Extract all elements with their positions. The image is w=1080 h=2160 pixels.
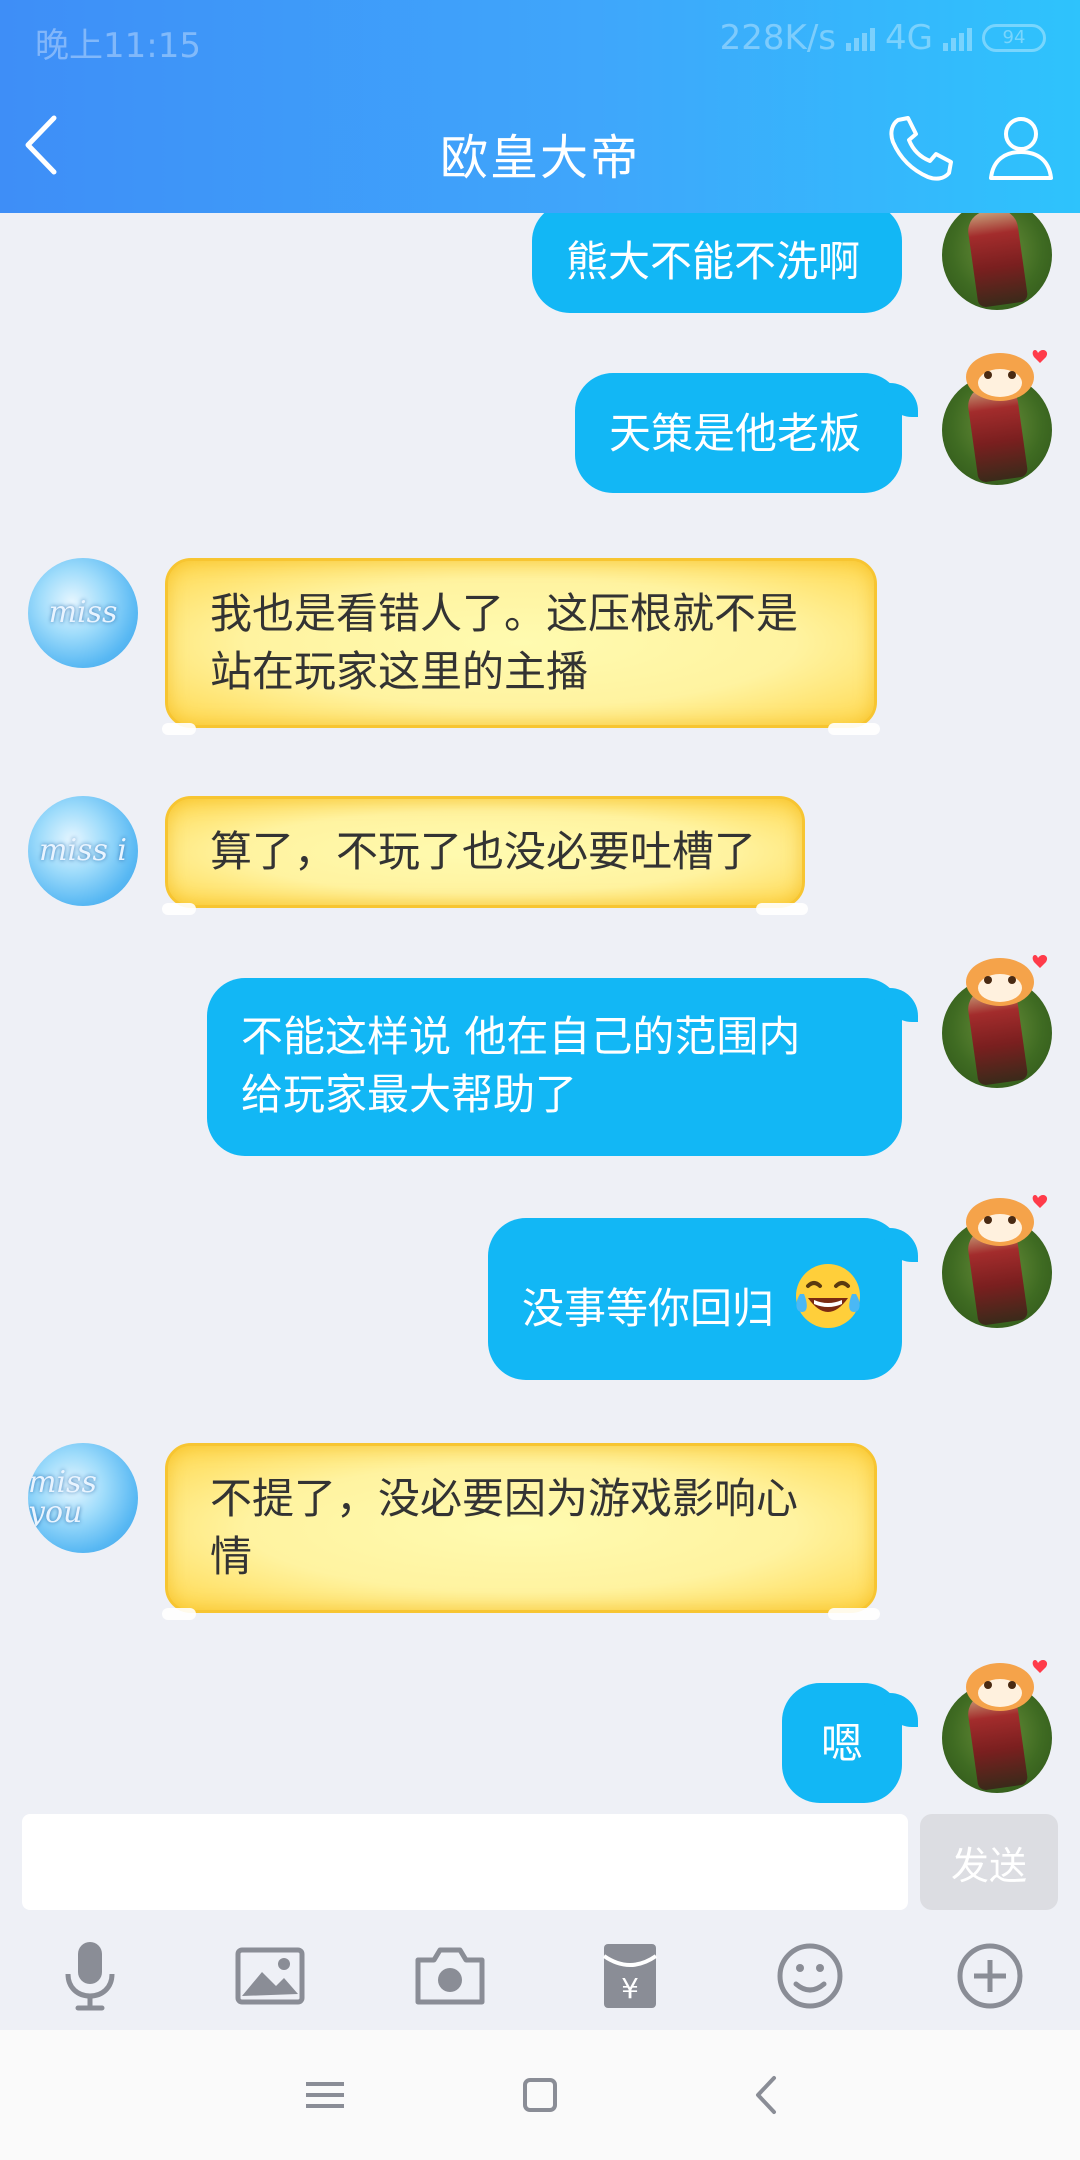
- call-button[interactable]: [884, 112, 956, 184]
- network-type: 4G: [885, 18, 933, 58]
- message-text: 不能这样说 他在自己的范围内: [241, 1012, 801, 1061]
- message-text: 给玩家最大帮助了: [241, 1070, 578, 1119]
- message-bubble-incoming[interactable]: 我也是看错人了。这压根就不是 站在玩家这里的主播: [162, 558, 880, 735]
- red-packet-button[interactable]: ¥: [592, 1938, 668, 2014]
- message-text: 没事等你回归: [522, 1284, 775, 1333]
- message-text: 不提了，没必要因为游戏影响心: [210, 1474, 799, 1523]
- emoji-button[interactable]: [772, 1938, 848, 2014]
- battery-icon: 94: [982, 24, 1046, 52]
- message-bubble-outgoing[interactable]: 没事等你回归: [488, 1218, 918, 1380]
- signal-icon: [943, 25, 972, 51]
- avatar[interactable]: miss i: [28, 796, 138, 906]
- microphone-icon: [65, 1942, 115, 2011]
- message-bubble-outgoing[interactable]: 不能这样说 他在自己的范围内 给玩家最大帮助了: [207, 978, 918, 1156]
- avatar[interactable]: [942, 213, 1052, 310]
- message-bubble-incoming[interactable]: 不提了，没必要因为游戏影响心 情: [162, 1443, 880, 1620]
- hamster-pendant-icon: [966, 350, 1048, 401]
- status-time: 晚上11:15: [35, 26, 201, 66]
- message-text: 天策是他老板: [609, 409, 862, 458]
- person-icon: [989, 117, 1053, 180]
- hamster-pendant-icon: [966, 1660, 1048, 1711]
- menu-icon: [306, 2082, 344, 2108]
- image-button[interactable]: [232, 1938, 308, 2014]
- hamster-pendant-icon: [966, 955, 1048, 1006]
- composer: 发送: [0, 1810, 1080, 1920]
- message-bubble-outgoing[interactable]: 熊大不能不洗啊: [532, 213, 902, 313]
- nav-menu-button[interactable]: [300, 2070, 350, 2120]
- svg-text:¥: ¥: [621, 1972, 639, 2005]
- profile-button[interactable]: [985, 112, 1057, 184]
- message-text: 我也是看错人了。这压根就不是: [210, 589, 799, 638]
- avatar[interactable]: miss: [28, 558, 138, 668]
- message-list[interactable]: 熊大不能不洗啊 天策是他老板 miss 我也是看错人了。这压根就不是 站在玩家这…: [0, 213, 1080, 1810]
- message-bubble-outgoing[interactable]: 天策是他老板: [575, 373, 918, 493]
- message-bubble-incoming[interactable]: 算了，不玩了也没必要吐槽了: [162, 796, 808, 915]
- network-speed: 228K/s: [719, 18, 837, 58]
- message-text: 算了，不玩了也没必要吐槽了: [210, 827, 757, 876]
- hamster-pendant-icon: [966, 1195, 1048, 1246]
- avatar[interactable]: miss you: [28, 1443, 138, 1553]
- message-text: 站在玩家这里的主播: [210, 647, 589, 696]
- tears-of-joy-emoji-icon: [796, 1264, 860, 1328]
- nav-home-button[interactable]: [515, 2070, 565, 2120]
- message-input[interactable]: [22, 1814, 908, 1910]
- red-packet-icon: ¥: [602, 1944, 658, 2008]
- message-text: 情: [210, 1532, 253, 1581]
- message-bubble-outgoing[interactable]: 嗯: [782, 1683, 918, 1803]
- status-indicators: 228K/s 4G 94: [720, 18, 1046, 58]
- emoji-icon: [777, 1943, 843, 2009]
- status-bar: 晚上11:15 228K/s 4G 94: [0, 0, 1080, 78]
- plus-icon: [957, 1943, 1023, 2009]
- camera-button[interactable]: [412, 1938, 488, 2014]
- more-button[interactable]: [952, 1938, 1028, 2014]
- message-text: 熊大不能不洗啊: [566, 237, 861, 286]
- image-icon: [235, 1947, 305, 2005]
- camera-icon: [415, 1947, 485, 2005]
- send-button[interactable]: 发送: [920, 1814, 1058, 1910]
- nav-back-button[interactable]: [742, 2070, 792, 2120]
- home-square-icon: [523, 2078, 557, 2112]
- signal-icon: [846, 25, 876, 51]
- composer-toolbar: ¥: [0, 1920, 1080, 2030]
- voice-button[interactable]: [52, 1938, 128, 2014]
- message-text: 嗯: [820, 1719, 863, 1768]
- back-icon: [756, 2076, 776, 2114]
- chat-header: 晚上11:15 228K/s 4G 94 欧皇大帝: [0, 0, 1080, 213]
- system-nav-bar: [0, 2030, 1080, 2160]
- phone-icon: [889, 116, 953, 181]
